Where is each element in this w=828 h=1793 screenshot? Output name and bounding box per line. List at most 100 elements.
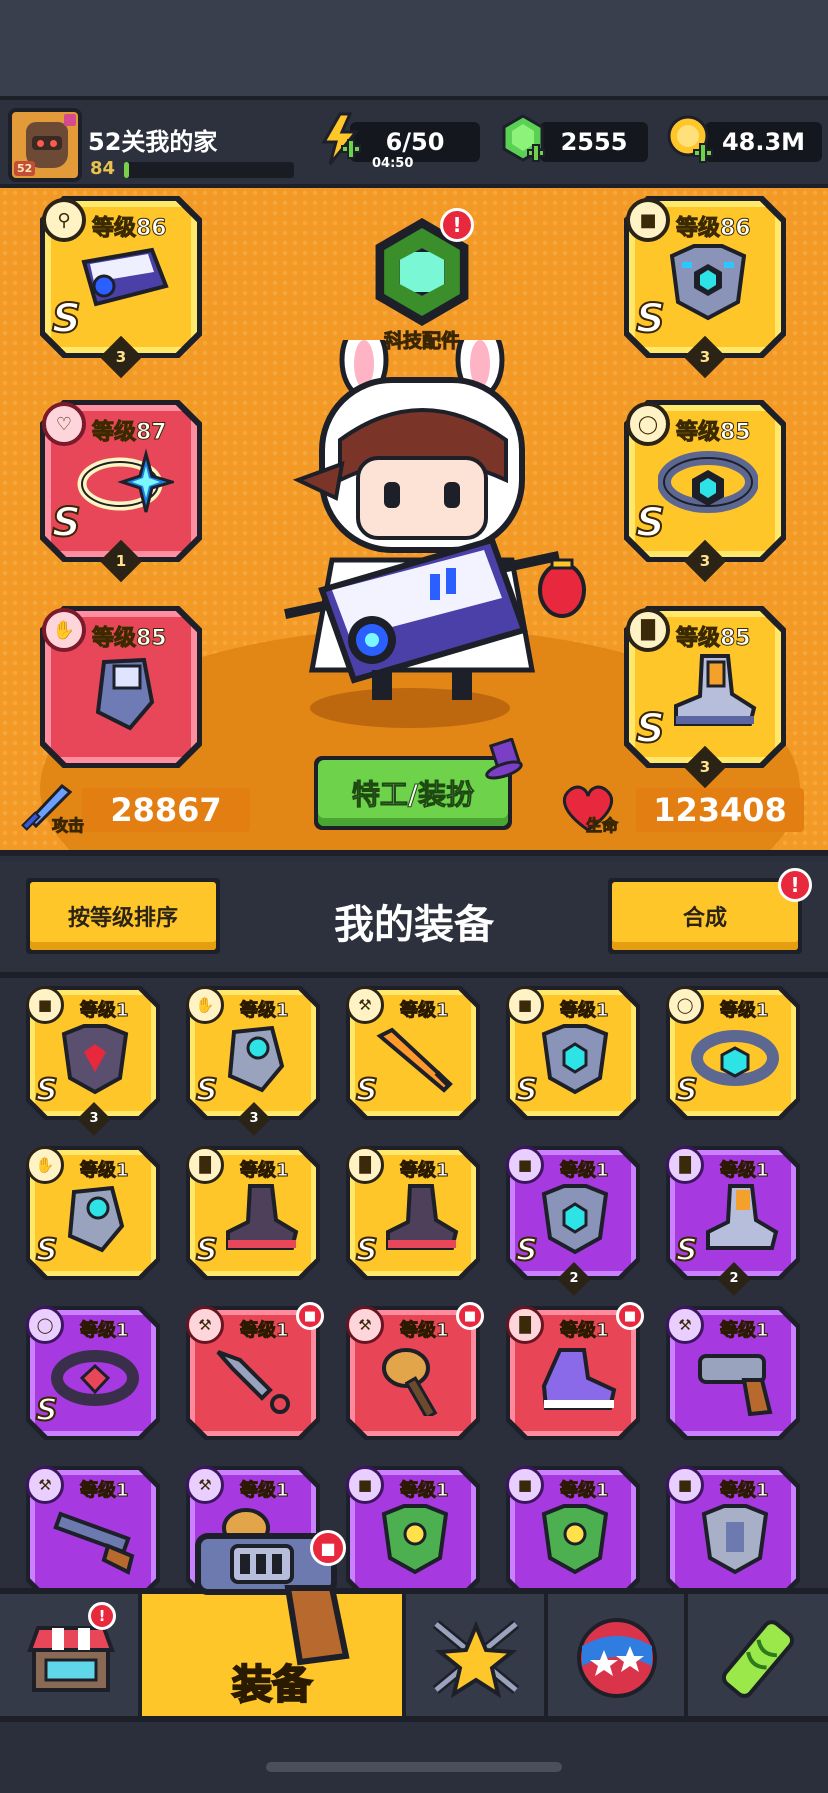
equipment-card[interactable]: ⚒ 等级1 ■: [186, 1302, 324, 1440]
slot-stars: 3: [99, 335, 143, 379]
equipment-card[interactable]: ⚒ 等级1 S: [346, 986, 480, 1120]
gem-counter: 2555: [540, 122, 648, 162]
equipment-card[interactable]: █ 等级1 S: [346, 1146, 480, 1280]
coin-icon[interactable]: [666, 114, 714, 164]
attack-value: 28867: [82, 788, 250, 832]
slot-level: 等级87: [92, 420, 168, 446]
header-bar: 52 52关我的家 84 6/50 04:50 2555 48.3M: [0, 96, 828, 188]
tab-talent[interactable]: [548, 1594, 688, 1716]
equipment-card[interactable]: ⚒ 等级1: [26, 1466, 160, 1588]
home-indicator[interactable]: [266, 1762, 562, 1772]
slot-stars: 1: [99, 539, 143, 583]
attack-label: 攻击: [51, 816, 85, 836]
tab-battle[interactable]: [406, 1594, 548, 1716]
equipment-card[interactable]: ■ 等级1: [506, 1466, 640, 1588]
slot-gloves[interactable]: ✋ 等级85: [40, 606, 202, 768]
sneaker-icon: [541, 1348, 617, 1410]
card-stars: 3: [77, 1102, 111, 1136]
avatar-frame-icon: [64, 114, 76, 126]
equipment-card[interactable]: ■ 等级1 S: [506, 986, 640, 1120]
player-avatar[interactable]: 52: [8, 108, 82, 182]
equipment-card[interactable]: █ 等级1 S 2: [666, 1146, 800, 1296]
steel-armor-icon: [701, 1504, 769, 1575]
slot-rank: S: [635, 499, 666, 547]
slot-boots[interactable]: █ 等级85 S 3: [624, 606, 786, 789]
card-level: 等级1: [400, 1480, 450, 1502]
glove-type-icon: ✋: [42, 608, 86, 652]
card-rank: S: [195, 1232, 219, 1269]
slot-level: 等级86: [92, 216, 168, 242]
armor-type-icon: ■: [346, 1466, 384, 1504]
slot-belt[interactable]: ◯ 等级85 S 3: [624, 400, 786, 583]
equipment-card[interactable]: █ 等级1 ■: [506, 1302, 644, 1440]
card-rank: S: [355, 1072, 379, 1109]
card-stars: 2: [717, 1262, 751, 1296]
armor-type-icon: ■: [626, 198, 670, 242]
xp-bar-fill: [124, 162, 130, 178]
belt-type-icon: ◯: [26, 1306, 64, 1344]
gem-icon[interactable]: [500, 114, 546, 164]
slot-rank: S: [635, 705, 666, 753]
merge-button[interactable]: 合成: [608, 878, 802, 954]
equipment-card[interactable]: ◯ 等级1 S: [666, 986, 800, 1120]
belt-type-icon: ◯: [626, 402, 670, 446]
card-level: 等级1: [240, 1320, 290, 1342]
card-level: 等级1: [720, 1480, 770, 1502]
sort-by-level-button[interactable]: 按等级排序: [26, 878, 220, 954]
tech-parts-alert-badge: !: [440, 208, 474, 242]
equipment-card[interactable]: ⚒ 等级1: [666, 1306, 800, 1440]
slot-armor[interactable]: ■ 等级86 S 3: [624, 196, 786, 379]
card-stars: 2: [557, 1262, 591, 1296]
card-rank: S: [515, 1232, 539, 1269]
card-level: 等级1: [560, 1000, 610, 1022]
equipment-card[interactable]: ◯ 等级1 S: [26, 1306, 160, 1440]
equipment-card[interactable]: ⚒ 等级1 ■: [346, 1302, 484, 1440]
card-level: 等级1: [720, 1000, 770, 1022]
slot-necklace[interactable]: ♡ 等级87 S 1: [40, 400, 202, 583]
slot-rank: S: [51, 295, 82, 343]
new-item-badge: ■: [616, 1302, 644, 1330]
boot-type-icon: █: [506, 1306, 544, 1344]
card-level: 等级1: [560, 1160, 610, 1182]
equipment-card[interactable]: ■ 等级1 S 3: [26, 986, 160, 1136]
weapon-type-icon: ⚲: [42, 198, 86, 242]
player-level: 84: [90, 158, 116, 179]
mech-boot-icon: [706, 1184, 779, 1250]
tab-shop[interactable]: !: [0, 1594, 142, 1716]
mech-armor-icon: [669, 244, 747, 321]
bottom-nav: ! 装备: [0, 1588, 828, 1722]
equipment-title: 我的装备: [334, 902, 494, 948]
blaster-gun-icon: [81, 247, 169, 307]
glove-type-icon: ✋: [26, 1146, 64, 1184]
agent-outfit-button[interactable]: 特工/装扮: [314, 756, 512, 830]
slot-rank: S: [51, 499, 82, 547]
slot-stars: 3: [683, 335, 727, 379]
equipment-card[interactable]: ■ 等级1 S 2: [506, 1146, 640, 1296]
new-item-badge: ■: [296, 1302, 324, 1330]
glove-type-icon: ✋: [186, 986, 224, 1024]
player-name: 52关我的家: [88, 128, 218, 156]
equipment-card[interactable]: ✋ 等级1 S 3: [186, 986, 320, 1136]
avatar-level-badge: 52: [14, 161, 36, 176]
equipment-card[interactable]: ■ 等级1: [346, 1466, 480, 1588]
slot-weapon[interactable]: ⚲ 等级86 S 3: [40, 196, 202, 379]
star-ring-icon: [77, 448, 174, 513]
leaf-armor-icon: [381, 1504, 449, 1575]
tab-evolve[interactable]: [688, 1594, 828, 1716]
shop-icon: [27, 1626, 115, 1692]
energy-bolt-icon[interactable]: [318, 112, 362, 166]
boot-type-icon: █: [666, 1146, 704, 1184]
card-level: 等级1: [720, 1320, 770, 1342]
kunai-icon: [216, 1350, 290, 1414]
equipment-card[interactable]: ✋ 等级1 S: [26, 1146, 160, 1280]
equipment-card[interactable]: █ 等级1 S: [186, 1146, 320, 1280]
boot-type-icon: █: [346, 1146, 384, 1184]
red-belt-icon: [51, 1350, 139, 1406]
card-level: 等级1: [80, 1160, 130, 1182]
hero-character[interactable]: [262, 340, 592, 720]
star-swords-icon: [432, 1620, 520, 1699]
equipment-card[interactable]: ■ 等级1: [666, 1466, 800, 1588]
attack-stat: 28867 攻击: [18, 784, 258, 836]
new-item-badge: ■: [456, 1302, 484, 1330]
card-level: 等级1: [80, 1320, 130, 1342]
